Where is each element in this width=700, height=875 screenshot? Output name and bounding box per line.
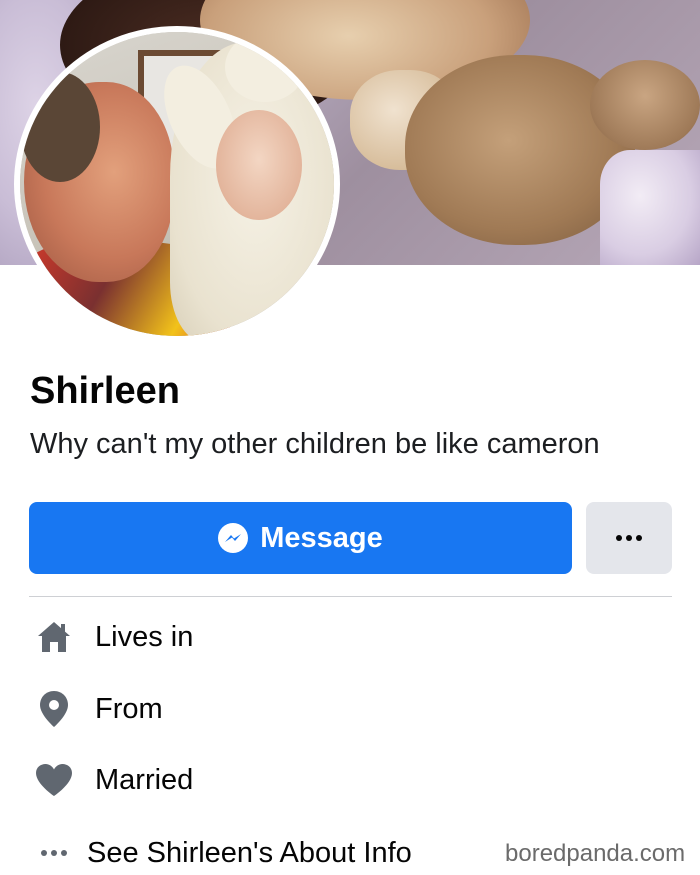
cover-plush-tail bbox=[590, 60, 700, 150]
message-button[interactable]: Message bbox=[29, 502, 572, 574]
avatar-baby-ear-right bbox=[225, 32, 305, 102]
info-row-about[interactable]: See Shirleen's About Info bbox=[34, 833, 412, 873]
divider bbox=[29, 596, 672, 597]
info-label-about: See Shirleen's About Info bbox=[87, 836, 412, 869]
info-row-from[interactable]: From bbox=[34, 689, 163, 729]
cover-blanket-right bbox=[600, 150, 700, 265]
more-dots-icon bbox=[616, 535, 642, 541]
info-label-from: From bbox=[95, 692, 163, 725]
message-button-label: Message bbox=[260, 521, 383, 554]
profile-avatar[interactable] bbox=[20, 32, 334, 336]
profile-bio: Why can't my other children be like came… bbox=[30, 428, 600, 460]
messenger-icon bbox=[218, 523, 249, 553]
info-row-married[interactable]: Married bbox=[34, 760, 193, 800]
info-label-married: Married bbox=[95, 763, 194, 796]
heart-icon bbox=[34, 760, 74, 800]
location-pin-icon bbox=[34, 689, 74, 729]
more-options-button[interactable] bbox=[586, 502, 672, 574]
more-dots-icon bbox=[34, 833, 74, 873]
watermark: boredpanda.com bbox=[505, 840, 686, 867]
avatar-man-hair bbox=[20, 72, 100, 182]
avatar-baby-face bbox=[216, 110, 302, 220]
info-row-lives-in[interactable]: Lives in bbox=[34, 617, 193, 657]
home-icon bbox=[34, 617, 74, 657]
profile-name: Shirleen bbox=[30, 370, 180, 412]
info-label-lives-in: Lives in bbox=[95, 620, 194, 653]
